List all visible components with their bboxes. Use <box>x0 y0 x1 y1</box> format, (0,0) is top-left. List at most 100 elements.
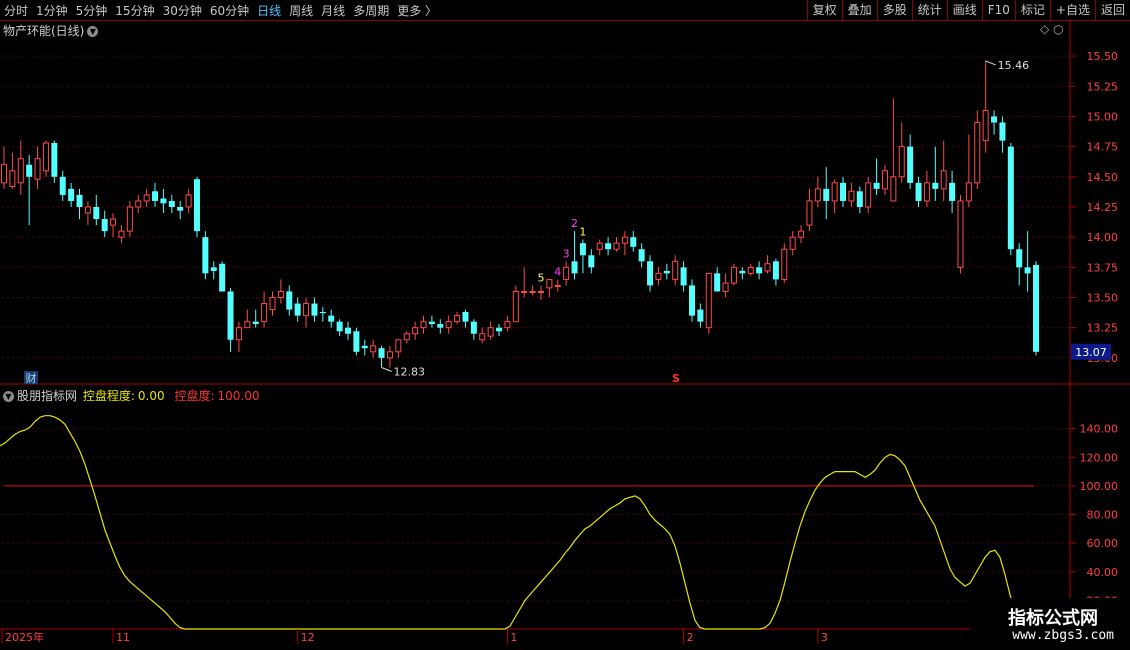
candle-body-84 <box>705 272 712 329</box>
candle-body-50 <box>420 321 427 329</box>
candle-body-35 <box>294 303 301 316</box>
toolbar-button-5[interactable]: F10 <box>981 0 1015 20</box>
candle-body-120 <box>1007 146 1014 250</box>
candle-body-49 <box>412 327 419 335</box>
candle-body-86 <box>722 282 729 292</box>
candle-body-9 <box>76 194 83 207</box>
toolbar-button-6[interactable]: 标记 <box>1014 0 1050 20</box>
candle-body-80 <box>672 260 679 280</box>
chevron-down-icon[interactable]: ▼ <box>3 391 14 402</box>
candle-body-107 <box>898 146 905 178</box>
price-tick-label-5: 14.25 <box>1087 201 1119 214</box>
candle-body-8 <box>68 188 75 201</box>
price-tick-label-6: 14.00 <box>1087 231 1119 244</box>
candle-body-94 <box>789 236 796 250</box>
period-3[interactable]: 15分钟 <box>115 2 154 19</box>
toolbar-actions: 复权 叠加 多股 统计 画线 F10 标记 +自选 返回 <box>806 0 1130 20</box>
period-2[interactable]: 5分钟 <box>76 2 108 19</box>
candle-body-88 <box>739 270 746 274</box>
candle-body-34 <box>286 291 293 310</box>
period-4[interactable]: 30分钟 <box>163 2 202 19</box>
candle-body-58 <box>487 327 494 337</box>
candle-body-102 <box>856 191 863 207</box>
candle-body-76 <box>638 249 645 262</box>
candle-body-74 <box>621 236 628 244</box>
toolbar-button-4[interactable]: 画线 <box>946 0 982 20</box>
price-tick-label-0: 15.50 <box>1087 50 1119 63</box>
period-0[interactable]: 分时 <box>4 2 28 19</box>
candle-body-32 <box>269 297 276 311</box>
candle-body-63 <box>529 290 536 293</box>
diamond-icon[interactable]: ◇ <box>1040 22 1049 36</box>
candle-body-96 <box>806 200 813 226</box>
candlestick-series <box>1 60 1039 368</box>
candle-body-44 <box>370 345 377 353</box>
candle-body-53 <box>445 321 452 329</box>
price-tick-label-8: 13.50 <box>1087 292 1119 305</box>
candle-body-111 <box>932 182 939 189</box>
candle-body-30 <box>252 321 259 325</box>
main-panel-title[interactable]: 物产环能(日线) ▼ <box>3 22 99 39</box>
period-8[interactable]: 月线 <box>321 2 345 19</box>
toolbar-button-3[interactable]: 统计 <box>911 0 947 20</box>
candle-body-10 <box>84 206 91 214</box>
toolbar-button-7[interactable]: +自选 <box>1049 0 1095 20</box>
chevron-down-icon[interactable]: ▼ <box>87 26 99 37</box>
chart-annotations: 15.46 12.83 5 43 21 财 S 13.07 <box>24 59 1111 385</box>
candle-body-118 <box>991 116 998 123</box>
indicator-value-1: 0.00 <box>137 389 165 403</box>
watermark-url: www.zbgs3.com <box>1012 628 1114 643</box>
high-price-label: 15.46 <box>998 59 1029 72</box>
candle-body-48 <box>403 333 410 341</box>
finance-marker: 财 <box>26 371 37 385</box>
candle-body-6 <box>51 143 58 177</box>
candle-body-19 <box>160 198 167 204</box>
toolbar-button-8[interactable]: 返回 <box>1094 0 1130 20</box>
candle-body-14 <box>118 230 125 238</box>
candle-body-29 <box>244 321 251 329</box>
candle-body-103 <box>865 182 872 208</box>
candle-body-67 <box>563 266 570 280</box>
candle-body-2 <box>17 158 24 184</box>
candle-body-41 <box>345 327 351 334</box>
period-6[interactable]: 日线 <box>257 2 281 19</box>
indicator-panel-title[interactable]: ▼ 股朋指标网 控盘程度: 0.00 控盘度: 100.00 <box>3 387 259 404</box>
candle-body-73 <box>613 242 620 250</box>
candle-body-26 <box>219 263 226 292</box>
period-10[interactable]: 更多 〉 <box>397 2 437 19</box>
candle-body-100 <box>840 182 847 201</box>
candle-body-39 <box>328 315 335 322</box>
candle-body-101 <box>848 190 855 202</box>
candle-body-71 <box>596 242 603 250</box>
toolbar-button-2[interactable]: 多股 <box>876 0 912 20</box>
candle-body-33 <box>277 290 284 299</box>
ind-tick-label-1: 120.00 <box>1080 451 1119 464</box>
candle-body-36 <box>303 303 310 317</box>
period-7[interactable]: 周线 <box>289 2 313 19</box>
candle-body-93 <box>781 248 788 280</box>
chart-canvas[interactable]: 15.50 15.25 15.00 14.75 14.50 14.25 14.00 13.75… <box>0 0 1130 650</box>
candle-body-27 <box>227 291 234 340</box>
toolbar-button-0[interactable]: 复权 <box>806 0 842 20</box>
candle-body-24 <box>202 237 209 274</box>
candle-body-54 <box>454 315 461 323</box>
candle-body-70 <box>588 255 595 268</box>
candle-body-104 <box>873 182 880 189</box>
candle-body-55 <box>462 311 469 322</box>
toolbar-button-1[interactable]: 叠加 <box>841 0 877 20</box>
candle-body-90 <box>756 267 763 274</box>
price-axis: 15.50 15.25 15.00 14.75 14.50 14.25 14.00 13.75… <box>1070 50 1118 365</box>
candle-body-0 <box>1 164 7 184</box>
period-5[interactable]: 60分钟 <box>210 2 249 19</box>
period-9[interactable]: 多周期 <box>353 2 389 19</box>
candle-body-42 <box>353 331 360 352</box>
high-leader-line <box>985 60 996 66</box>
candle-body-21 <box>177 206 184 211</box>
candle-body-17 <box>143 194 150 202</box>
period-1[interactable]: 1分钟 <box>36 2 68 19</box>
circle-icon[interactable]: ○ <box>1053 22 1063 36</box>
candle-body-38 <box>319 311 326 314</box>
countdown-marker-2: 2 <box>571 217 578 230</box>
candle-body-46 <box>386 351 393 359</box>
candle-body-56 <box>470 321 477 334</box>
